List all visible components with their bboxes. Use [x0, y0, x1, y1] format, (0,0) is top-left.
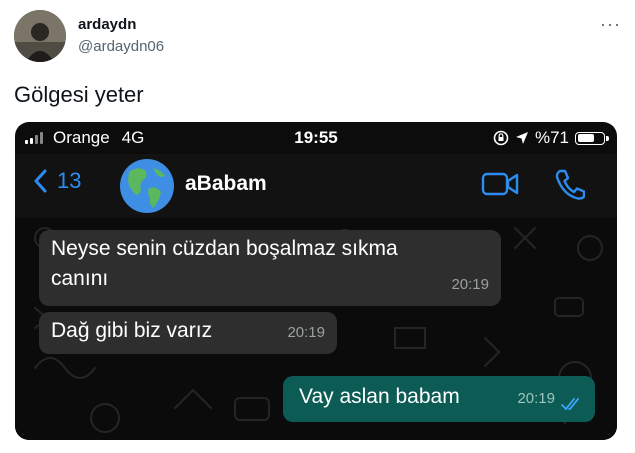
message-text: Neyse senin cüzdan boşalmaz sıkma [51, 237, 398, 260]
tweet-header: ardaydn @ardaydn06 ··· [14, 10, 621, 66]
avatar[interactable] [14, 10, 66, 62]
phone-status-bar: Orange 4G 19:55 %71 [15, 122, 617, 154]
message-time: 20:19 [517, 390, 555, 407]
chat-header: 13 aBabam [15, 154, 617, 218]
tweet-text: Gölgesi yeter [14, 82, 144, 107]
contact-name[interactable]: aBabam [185, 172, 267, 196]
back-button[interactable]: 13 [33, 168, 81, 194]
tweet-image[interactable]: Orange 4G 19:55 %71 13 aBabam Neyse seni… [15, 122, 617, 440]
message-bubble-incoming[interactable]: Neyse senin cüzdan boşalmaz sıkma canını… [39, 230, 501, 306]
chevron-left-icon [34, 169, 47, 193]
message-text: canını [51, 267, 109, 290]
profile-photo-icon [14, 10, 66, 62]
video-call-icon[interactable] [481, 170, 519, 198]
message-text: Dağ gibi biz varız [51, 319, 213, 342]
message-time: 20:19 [287, 324, 325, 341]
location-arrow-icon [515, 132, 528, 144]
read-receipt-icon [561, 398, 579, 411]
more-options-icon[interactable]: ··· [600, 14, 621, 35]
message-bubble-outgoing[interactable]: Vay aslan babam 20:19 [283, 376, 595, 422]
message-list: Neyse senin cüzdan boşalmaz sıkma canını… [15, 218, 617, 440]
tweet-handle[interactable]: @ardaydn06 [78, 38, 164, 55]
orientation-lock-icon [493, 130, 509, 146]
battery-icon [575, 131, 609, 145]
message-bubble-incoming[interactable]: Dağ gibi biz varız 20:19 [39, 312, 337, 354]
battery-percent: %71 [534, 128, 569, 147]
message-time: 20:19 [451, 276, 489, 293]
phone-call-icon[interactable] [555, 168, 585, 200]
tweet-username[interactable]: ardaydn [78, 16, 136, 33]
globe-avatar-icon[interactable] [119, 158, 175, 214]
unread-count: 13 [57, 168, 82, 193]
